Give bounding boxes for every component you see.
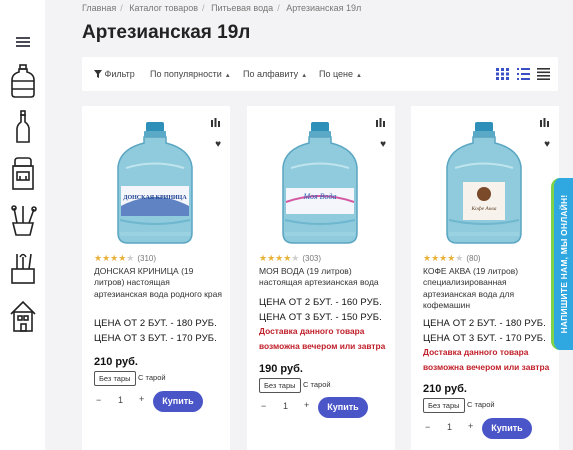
product-name[interactable]: ДОНСКАЯ КРИНИЦА (19 литров) настоящая ар…: [94, 266, 222, 300]
category-sidebar: [0, 0, 45, 450]
option-with-container[interactable]: С тарой: [134, 371, 170, 386]
bulk-price-2: ЦЕНА ОТ 2 БУТ. - 160 РУБ.: [259, 297, 382, 308]
bulk-price-2: ЦЕНА ОТ 2 БУТ. - 180 РУБ.: [423, 318, 546, 329]
delivery-notice: Доставка данного товара возможна вечером…: [423, 347, 550, 372]
quantity-decrease-button[interactable]: −: [261, 401, 266, 411]
sort-caret-icon: ▲: [356, 73, 362, 79]
product-card[interactable]: ♥ Моя Вода ★★★★★ (303) МОЯ ВОДА (19 литро…: [247, 106, 395, 450]
option-no-container[interactable]: Без тары: [259, 378, 301, 393]
delivery-notice: Доставка данного товара возможна вечером…: [259, 326, 386, 351]
sort-popularity-label: По популярности: [150, 69, 222, 79]
product-card[interactable]: ♥ Кофе Аква ★★★★★ (80) КОФЕ АКВА (19 литр…: [411, 106, 559, 450]
product-name[interactable]: КОФЕ АКВА (19 литров) специализированная…: [423, 266, 551, 311]
sort-alphabet-label: По алфавиту: [243, 69, 299, 79]
product-image[interactable]: Кофе Аква: [441, 120, 527, 246]
product-price: 210 руб.: [94, 356, 138, 368]
quantity-increase-button[interactable]: +: [139, 394, 144, 404]
option-no-container[interactable]: Без тары: [94, 371, 136, 386]
product-image[interactable]: Моя Вода: [277, 120, 363, 246]
breadcrumb-drinking-water[interactable]: Питьевая вода: [211, 3, 273, 13]
buy-button[interactable]: Купить: [153, 391, 203, 412]
option-no-container[interactable]: Без тары: [423, 398, 465, 413]
sort-price[interactable]: По цене ▲: [319, 69, 362, 79]
breadcrumb-home[interactable]: Главная: [82, 3, 116, 13]
favorite-heart-icon[interactable]: ♥: [544, 139, 550, 150]
product-image[interactable]: ДОНСКАЯ КРИНИЦА: [112, 120, 198, 246]
product-price: 190 руб.: [259, 363, 303, 375]
online-chat-tab[interactable]: НАПИШИТЕ НАМ, МЫ ОНЛАЙН!: [551, 178, 573, 350]
favorite-heart-icon[interactable]: ♥: [380, 139, 386, 150]
grid-view-icon[interactable]: [496, 68, 509, 80]
bulk-price-3: ЦЕНА ОТ 3 БУТ. - 170 РУБ.: [94, 333, 217, 344]
compare-icon[interactable]: [540, 118, 549, 127]
breadcrumb-catalog[interactable]: Каталог товаров: [129, 3, 198, 13]
chat-tab-label: НАПИШИТЕ НАМ, МЫ ОНЛАЙН!: [558, 194, 569, 334]
option-with-container[interactable]: С тарой: [463, 398, 499, 413]
bottle-label-text: Кофе Аква: [471, 205, 497, 212]
quantity-increase-button[interactable]: +: [468, 421, 473, 431]
option-with-container[interactable]: С тарой: [299, 378, 335, 393]
buy-button[interactable]: Купить: [318, 397, 368, 418]
rating-stars: ★★★★★ (80): [423, 253, 481, 263]
glass-bottle-icon[interactable]: [9, 110, 37, 144]
sort-toolbar: Фильтр По популярности ▲ По алфавиту ▲ По …: [82, 57, 558, 91]
review-count[interactable]: (303): [302, 254, 321, 263]
kitchen-utensils-icon[interactable]: [9, 251, 37, 285]
quantity-stepper: − 1 +: [94, 393, 150, 410]
page-title: Артезианская 19л: [82, 22, 251, 43]
bulk-price-3: ЦЕНА ОТ 3 БУТ. - 170 РУБ.: [423, 333, 546, 344]
quantity-decrease-button[interactable]: −: [425, 422, 430, 432]
breadcrumb-current: Артезианская 19л: [286, 3, 362, 13]
water-cooler-icon[interactable]: [9, 156, 37, 190]
filter-button[interactable]: Фильтр: [94, 69, 135, 79]
accessories-icon[interactable]: [9, 203, 37, 237]
filter-label: Фильтр: [104, 69, 135, 79]
bottle-label-text: ДОНСКАЯ КРИНИЦА: [123, 195, 187, 201]
bulk-price-2: ЦЕНА ОТ 2 БУТ. - 180 РУБ.: [94, 318, 217, 329]
sort-price-label: По цене: [319, 69, 354, 79]
quantity-value[interactable]: 1: [447, 422, 452, 432]
product-card[interactable]: ♥ ДОНСКАЯ КРИНИЦА ★★★★★ (310) ДОНСКАЯ КРИ…: [82, 106, 230, 450]
product-price: 210 руб.: [423, 383, 467, 395]
rating-stars: ★★★★★ (303): [259, 253, 322, 263]
product-name[interactable]: МОЯ ВОДА (19 литров) настоящая артезианс…: [259, 266, 387, 289]
water-bottle-icon[interactable]: [9, 64, 37, 98]
quantity-decrease-button[interactable]: −: [96, 395, 101, 405]
compact-list-view-icon[interactable]: [537, 68, 550, 80]
review-count[interactable]: (310): [137, 254, 156, 263]
review-count[interactable]: (80): [466, 254, 480, 263]
quantity-value[interactable]: 1: [118, 395, 123, 405]
breadcrumb: Главная / Каталог товаров / Питьевая вода /…: [82, 3, 362, 13]
sort-caret-icon: ▲: [224, 73, 231, 79]
filter-icon: [94, 70, 102, 78]
quantity-increase-button[interactable]: +: [304, 400, 309, 410]
bulk-price-3: ЦЕНА ОТ 3 БУТ. - 150 РУБ.: [259, 312, 382, 323]
sort-popularity[interactable]: По популярности ▲: [150, 69, 231, 79]
quantity-stepper: − 1 +: [259, 399, 315, 416]
favorite-heart-icon[interactable]: ♥: [215, 139, 221, 150]
compare-icon[interactable]: [211, 118, 220, 127]
sort-caret-icon: ▲: [301, 73, 308, 79]
buy-button[interactable]: Купить: [482, 418, 532, 439]
quantity-stepper: − 1 +: [423, 420, 479, 437]
hamburger-menu-icon[interactable]: [16, 37, 30, 49]
list-view-icon[interactable]: [517, 68, 530, 80]
rating-stars: ★★★★★ (310): [94, 253, 157, 263]
quantity-value[interactable]: 1: [283, 401, 288, 411]
sort-alphabet[interactable]: По алфавиту ▲: [243, 69, 307, 79]
compare-icon[interactable]: [376, 118, 385, 127]
house-icon[interactable]: [9, 299, 37, 333]
bottle-label-text: Моя Вода: [303, 192, 337, 201]
